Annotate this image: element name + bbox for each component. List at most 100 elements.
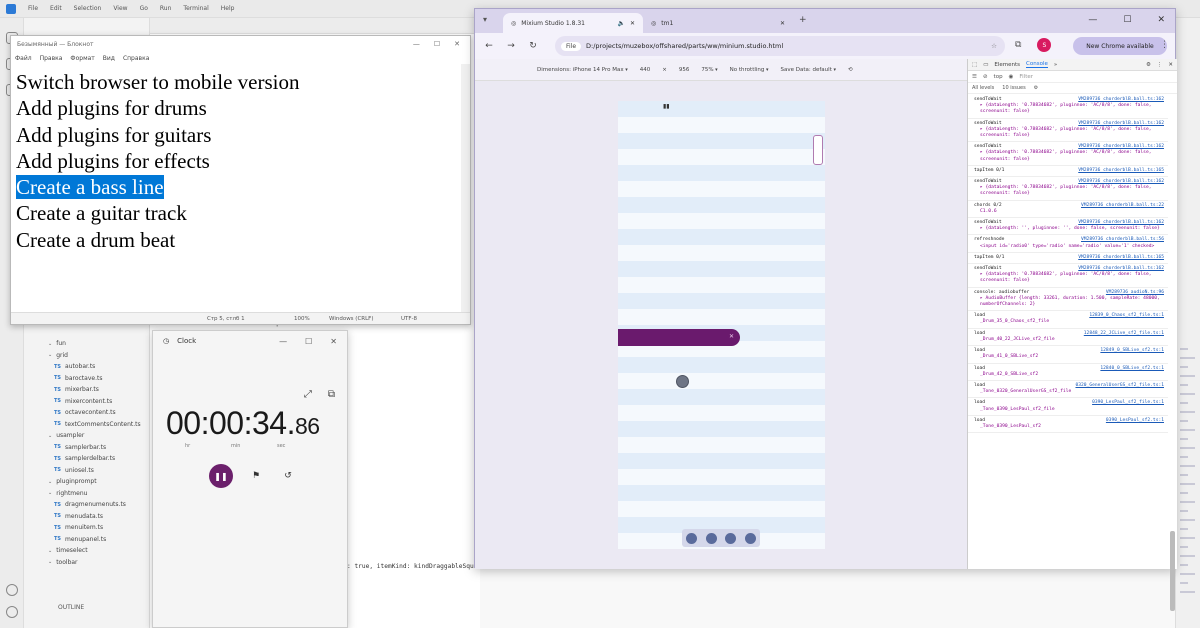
menu-terminal[interactable]: Terminal xyxy=(183,5,208,12)
file-item[interactable]: TS menudata.ts xyxy=(24,511,150,523)
tab-console[interactable]: Console xyxy=(1026,61,1048,68)
height-input[interactable]: 956 xyxy=(679,67,690,73)
settings-icon[interactable]: ⚙ xyxy=(1146,62,1151,68)
log-object[interactable]: ▸ {dataLength: '0.78834682', pluginnoe: … xyxy=(974,103,1164,115)
new-tab-icon[interactable]: + xyxy=(799,15,807,25)
devtools-close-icon[interactable]: ✕ xyxy=(1168,62,1177,68)
folder-item[interactable]: ⌄ timeselect xyxy=(24,545,150,557)
menu-file[interactable]: File xyxy=(28,5,38,12)
file-item[interactable]: TS autobar.ts xyxy=(24,361,150,373)
file-item[interactable]: TS baroctave.ts xyxy=(24,373,150,385)
close-icon[interactable]: ✕ xyxy=(454,40,460,48)
log-object[interactable]: _Drum_35_0_Chaos_sf2_file xyxy=(974,319,1164,325)
log-source-link[interactable]: VM289736 chorderblB.ball.ts:22 xyxy=(1081,203,1164,209)
minimize-icon[interactable]: — xyxy=(1088,15,1097,25)
log-source-link[interactable]: 0390_LesPaul_sf2.ts:1 xyxy=(1106,418,1164,424)
log-source-link[interactable]: 12848_22_JCLive_sf2_file.ts:1 xyxy=(1084,331,1164,337)
address-bar[interactable]: File D:/projects/muzebox/offshared/parts… xyxy=(555,36,1005,56)
log-source-link[interactable]: VM289736 chorderblB.ball.ts:162 xyxy=(1078,220,1164,226)
file-item[interactable]: TS mixerbar.ts xyxy=(24,384,150,396)
bar-close-icon[interactable]: ✕ xyxy=(729,333,734,340)
menu-item-edit[interactable]: Правка xyxy=(40,55,63,62)
side-menu-button[interactable] xyxy=(813,135,823,165)
file-item[interactable]: TS mixercontent.ts xyxy=(24,396,150,408)
log-source-link[interactable]: VM289736 chorderblB.ball.ts:56 xyxy=(1081,237,1164,243)
menu-view[interactable]: View xyxy=(113,5,127,12)
new-chrome-available-button[interactable]: New Chrome available xyxy=(1073,37,1167,55)
tab-more[interactable]: » xyxy=(1054,62,1057,68)
tab-close-icon[interactable]: ✕ xyxy=(630,20,635,27)
log-object[interactable]: _Tone_0390_LesPaul_sf2 xyxy=(974,424,1164,430)
folder-item[interactable]: ⌄ rightmenu xyxy=(24,488,150,500)
log-object[interactable]: ▸ AudioBuffer {length: 33261, duration: … xyxy=(974,296,1164,308)
pause-button[interactable]: ❚❚ xyxy=(209,464,233,488)
expand-icon[interactable]: ⤢ xyxy=(304,389,312,400)
file-item[interactable]: TS octavecontent.ts xyxy=(24,407,150,419)
menu-help[interactable]: Help xyxy=(221,5,235,12)
log-object[interactable]: C1.0.6 xyxy=(974,209,1164,215)
file-item[interactable]: TS menupanel.ts xyxy=(24,534,150,546)
account-icon[interactable] xyxy=(6,584,18,596)
keep-on-top-icon[interactable]: ⧉ xyxy=(328,389,335,400)
bookmark-star-icon[interactable]: ☆ xyxy=(991,42,997,50)
notepad-text-area[interactable]: Switch browser to mobile version Add plug… xyxy=(16,69,299,253)
rotate-icon[interactable]: ⟲ xyxy=(848,67,853,73)
folder-item[interactable]: ⌄ fun xyxy=(24,338,150,350)
file-item[interactable]: TS uniosel.ts xyxy=(24,465,150,477)
menu-item-help[interactable]: Справка xyxy=(123,55,149,62)
folder-item[interactable]: ⌄ grid xyxy=(24,350,150,362)
log-object[interactable]: ▸ {dataLength: '0.78834682', pluginnoe: … xyxy=(974,127,1164,139)
notepad-scrollbar[interactable] xyxy=(461,64,470,312)
log-source-link[interactable]: 12840_0_SBLive_sf2.ts:1 xyxy=(1100,366,1164,372)
log-object[interactable]: _Drum_42_0_SBLive_sf2 xyxy=(974,372,1164,378)
maximize-icon[interactable]: ☐ xyxy=(1123,15,1131,25)
minimize-icon[interactable]: — xyxy=(413,40,420,48)
minimap[interactable] xyxy=(1175,18,1200,628)
folder-item[interactable]: ⌄ pluginprompt xyxy=(24,476,150,488)
back-icon[interactable]: ← xyxy=(481,41,497,51)
tab-search-icon[interactable]: ▾ xyxy=(483,15,487,24)
audio-icon[interactable]: 🔈 xyxy=(617,20,624,27)
profile-avatar[interactable]: S xyxy=(1037,38,1052,52)
log-object[interactable]: <input id='radio0' type='radio' name='ra… xyxy=(974,244,1164,250)
file-chip[interactable]: File xyxy=(561,41,582,51)
folder-item[interactable]: ⌄ usampler xyxy=(24,430,150,442)
log-source-link[interactable]: VM289736 chorderblB.ball.ts:162 xyxy=(1078,144,1164,150)
file-item[interactable]: TS menuitem.ts xyxy=(24,522,150,534)
device-select[interactable]: Dimensions: iPhone 14 Pro Max xyxy=(537,67,628,73)
log-object[interactable]: ▸ {dataLength: '0.78834682', pluginnoe: … xyxy=(974,185,1164,197)
log-object[interactable]: _Drum_40_22_JCLive_sf2_file xyxy=(974,337,1164,343)
maximize-icon[interactable]: ☐ xyxy=(305,337,312,346)
menu-item-file[interactable]: Файл xyxy=(15,55,32,62)
console-scrollbar[interactable] xyxy=(1170,531,1175,611)
close-icon[interactable]: ✕ xyxy=(1157,15,1165,25)
context-select[interactable]: top xyxy=(994,74,1003,80)
extensions-icon[interactable]: ⧉ xyxy=(1015,40,1021,50)
file-item[interactable]: TS textCommentsContent.ts xyxy=(24,419,150,431)
log-object[interactable]: _Tone_0320_GeneralUserGS_sf2_file xyxy=(974,389,1164,395)
log-source-link[interactable]: VM289736 chorderblB.ball.ts:162 xyxy=(1078,179,1164,185)
issues-count[interactable]: 10 issues xyxy=(1002,85,1025,91)
log-source-link[interactable]: VM289736 audioN.ts:96 xyxy=(1106,290,1164,296)
log-source-link[interactable]: VM289736 chorderblB.ball.ts:165 xyxy=(1078,168,1164,174)
minimize-icon[interactable]: — xyxy=(279,337,287,346)
devtools-menu-icon[interactable]: ⋮ xyxy=(1157,62,1163,68)
log-source-link[interactable]: VM289736 chorderblB.ball.ts:162 xyxy=(1078,266,1164,272)
log-source-link[interactable]: 0320_GeneralUserGS_sf2_file.ts:1 xyxy=(1075,383,1164,389)
log-source-link[interactable]: VM289736 chorderblB.ball.ts:162 xyxy=(1078,121,1164,127)
folder-item[interactable]: ⌄ toolbar xyxy=(24,557,150,569)
maximize-icon[interactable]: ☐ xyxy=(434,40,440,48)
menu-item-format[interactable]: Формат xyxy=(70,55,94,62)
log-object[interactable]: ▸ {dataLength: '', pluginnoe: '', done: … xyxy=(974,226,1164,232)
filter-input[interactable]: Filter xyxy=(1019,74,1033,80)
mobile-viewport[interactable]: ▮▮ ✕ xyxy=(618,101,825,549)
inspect-icon[interactable]: ⬚ xyxy=(972,62,977,68)
tab-close-icon[interactable]: ✕ xyxy=(780,20,785,27)
menu-selection[interactable]: Selection xyxy=(74,5,102,12)
settings-gear-icon[interactable] xyxy=(6,606,18,618)
log-object[interactable]: ▸ {dataLength: '0.78834682', pluginnoe: … xyxy=(974,150,1164,162)
clear-console-icon[interactable]: ⊘ xyxy=(983,74,988,80)
file-item[interactable]: TS samplerbar.ts xyxy=(24,442,150,454)
width-input[interactable]: 440 xyxy=(640,67,651,73)
reload-icon[interactable]: ↻ xyxy=(525,41,541,51)
